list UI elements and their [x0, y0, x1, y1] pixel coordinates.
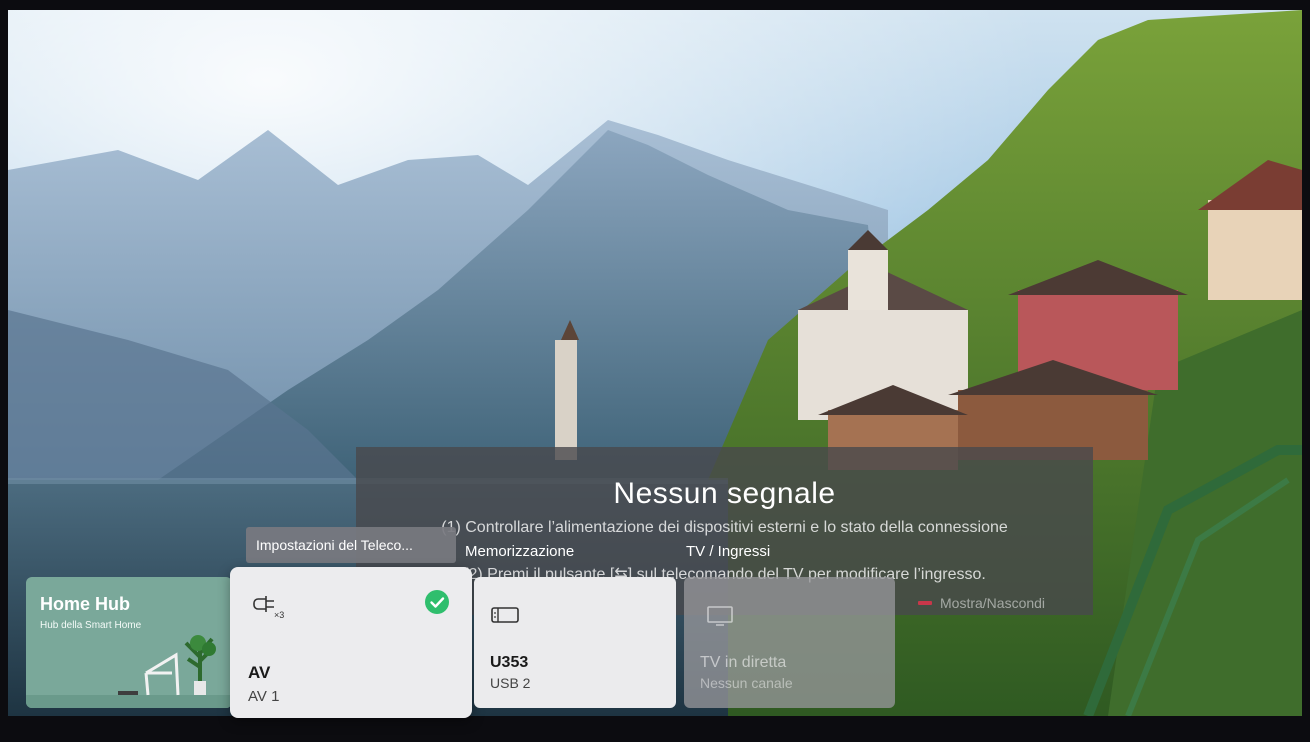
storage-sub: USB 2: [490, 675, 531, 691]
input-name: AV: [248, 663, 271, 682]
usb-storage-card[interactable]: U353 USB 2: [474, 577, 676, 708]
tv-inputs-section-label: TV / Ingressi: [686, 543, 771, 560]
live-tv-sub: Nessun canale: [700, 675, 793, 691]
show-hide-label: Mostra/Nascondi: [940, 595, 1046, 611]
tv-monitor-icon: [707, 606, 733, 626]
av-input-card[interactable]: ×3 AV AV 1: [230, 567, 472, 718]
av-input-icon: ×3: [253, 596, 284, 619]
remote-settings-tooltip: Impostazioni del Teleco...: [246, 527, 456, 563]
av-input-count-badge: ×3: [274, 610, 284, 619]
usb-storage-icon: [491, 607, 519, 623]
selected-check-icon: [425, 590, 449, 614]
no-signal-instruction-1: (1) Controllare l’alimentazione dei disp…: [441, 519, 1008, 536]
home-hub-card[interactable]: Home Hub Hub della Smart Home: [26, 577, 232, 708]
show-hide-toggle[interactable]: Mostra/Nascondi: [918, 595, 1045, 611]
live-tv-name: TV in diretta: [700, 654, 787, 671]
storage-name: U353: [490, 654, 529, 671]
home-hub-illustration-icon: [26, 635, 232, 708]
no-signal-title: Nessun segnale: [613, 477, 836, 510]
storage-section-label: Memorizzazione: [465, 543, 575, 560]
input-sub: AV 1: [248, 688, 280, 705]
red-button-icon: [918, 601, 932, 605]
live-tv-card[interactable]: TV in diretta Nessun canale: [684, 577, 895, 708]
